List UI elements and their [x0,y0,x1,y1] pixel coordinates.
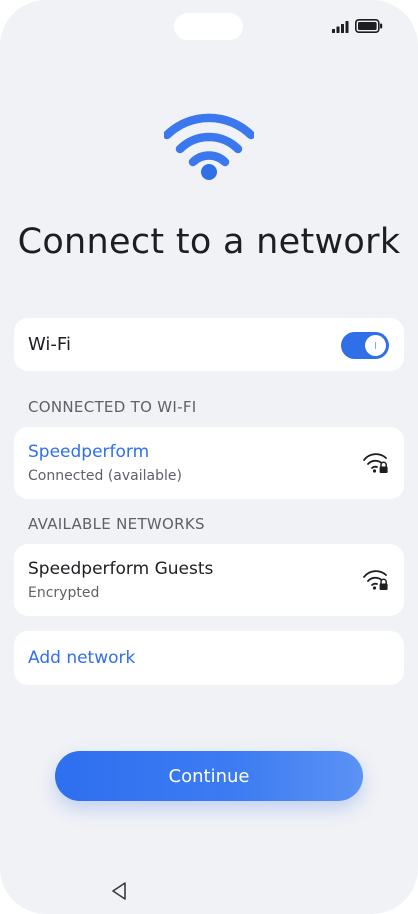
continue-button[interactable]: Continue [55,751,363,801]
available-section-header: AVAILABLE NETWORKS [28,515,205,533]
status-bar [332,19,383,33]
add-network-link[interactable]: Add network [28,648,135,668]
network-item-speedperform[interactable]: Speedperform Connected (available) [14,427,404,499]
wifi-icon [164,113,254,180]
phone-screen: Connect to a network Wi-Fi CONNECTED TO … [0,0,418,914]
wifi-lock-icon [363,453,388,473]
network-status: Connected (available) [28,468,182,484]
battery-icon [355,19,383,33]
page-title: Connect to a network [17,222,401,262]
network-status: Encrypted [28,585,100,601]
wifi-label: Wi-Fi [28,334,71,355]
wifi-lock-icon [363,570,388,590]
network-name: Speedperform Guests [28,559,214,579]
toggle-knob [365,335,386,356]
back-icon[interactable] [110,881,128,901]
connected-section-header: CONNECTED TO WI-FI [28,398,197,416]
wifi-toggle-row[interactable]: Wi-Fi [14,318,404,371]
network-item-speedperform-guests[interactable]: Speedperform Guests Encrypted [14,544,404,616]
camera-notch [174,13,243,40]
signal-icon [332,20,349,33]
network-name: Speedperform [28,442,150,462]
add-network-row[interactable]: Add network [14,631,404,685]
toggle-knob-mark [375,342,376,349]
wifi-toggle-switch[interactable] [341,332,389,359]
